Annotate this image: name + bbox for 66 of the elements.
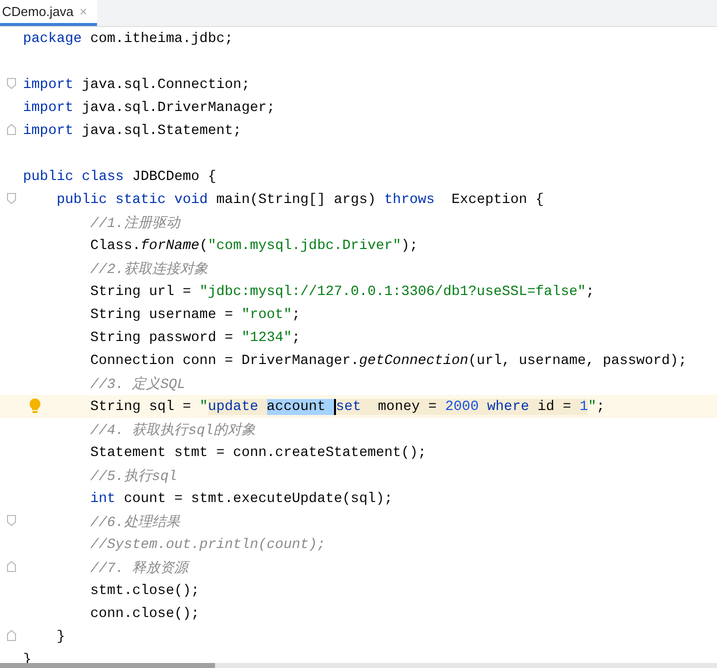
keyword: public class	[23, 168, 124, 184]
code-text: Class.	[90, 238, 141, 254]
code-text: (	[199, 238, 208, 254]
keyword: throws	[384, 192, 435, 208]
code-text: String username =	[90, 306, 234, 322]
code-text: }	[56, 628, 66, 644]
string-literal: "	[199, 398, 208, 414]
code-text: Statement stmt = conn.createStatement();	[90, 444, 426, 460]
code-text: conn.close();	[90, 606, 200, 622]
code-text: ;	[596, 398, 605, 414]
code-comment: //3. 定义SQL	[90, 375, 186, 392]
keyword: int	[90, 490, 116, 506]
code-text: ;	[292, 330, 300, 346]
code-text: String sql =	[90, 398, 192, 414]
string-literal: "root"	[241, 306, 292, 322]
keyword: import	[23, 100, 74, 116]
code-text: java.sql.Connection;	[80, 76, 250, 92]
code-text: );	[401, 238, 418, 254]
code-text: ;	[586, 284, 594, 300]
method-name: getConnection	[359, 352, 468, 368]
sql-keyword: where	[478, 398, 530, 414]
code-text: String url =	[90, 284, 192, 300]
code-text: com.itheima.jdbc;	[89, 30, 234, 46]
code-text: ;	[292, 306, 300, 322]
lightbulb-icon[interactable]	[29, 398, 41, 414]
code-comment: //5.执行sql	[90, 468, 178, 484]
code-comment: //System.out.println(count);	[90, 536, 326, 552]
keyword: public static void	[56, 192, 208, 208]
code-comment: //6.处理结果	[90, 514, 180, 530]
sql-keyword: set	[334, 398, 362, 414]
sql-number: 2000	[445, 398, 479, 414]
selected-text: account	[266, 398, 334, 414]
fold-icon[interactable]	[7, 630, 16, 641]
code-comment: //2.获取连接对象	[90, 260, 208, 278]
code-comment: //4. 获取执行sql的对象	[90, 422, 256, 438]
string-literal: "jdbc:mysql://127.0.0.1:3306/db1?useSSL=false"	[199, 284, 586, 300]
fold-icon[interactable]	[7, 515, 16, 526]
sql-text: money =	[361, 398, 446, 414]
code-text: String password =	[90, 330, 234, 346]
code-text: java.sql.DriverManager;	[80, 100, 276, 116]
fold-icon[interactable]	[7, 561, 16, 572]
code-text: Exception {	[450, 192, 544, 208]
string-literal: "	[588, 398, 596, 414]
code-text: Connection conn = DriverManager.	[90, 352, 360, 368]
string-literal: "1234"	[241, 330, 292, 346]
file-tab[interactable]: CDemo.java ×	[0, 0, 98, 26]
keyword: package	[23, 30, 82, 46]
keyword: import	[23, 122, 74, 138]
fold-icon[interactable]	[7, 78, 16, 89]
code-text: count = stmt.executeUpdate(sql);	[122, 490, 393, 506]
code-comment: //1.注册驱动	[90, 214, 180, 232]
sql-keyword: update	[208, 398, 267, 414]
keyword: import	[23, 76, 74, 92]
scrollbar-thumb[interactable]	[0, 663, 215, 668]
code-text: (url, username, password);	[468, 352, 687, 368]
code-comment: //7. 释放资源	[90, 560, 188, 576]
fold-icon[interactable]	[7, 124, 16, 135]
string-literal: "com.mysql.jdbc.Driver"	[208, 238, 402, 254]
method-name: forName	[140, 238, 200, 254]
code-text: stmt.close();	[90, 582, 200, 598]
code-text: main(String[] args)	[215, 192, 377, 208]
scrollbar[interactable]	[0, 663, 717, 668]
fold-icon[interactable]	[7, 193, 16, 204]
code-text: java.sql.Statement;	[80, 122, 242, 138]
code-text: JDBCDemo {	[131, 168, 216, 184]
sql-text: id =	[529, 398, 580, 414]
